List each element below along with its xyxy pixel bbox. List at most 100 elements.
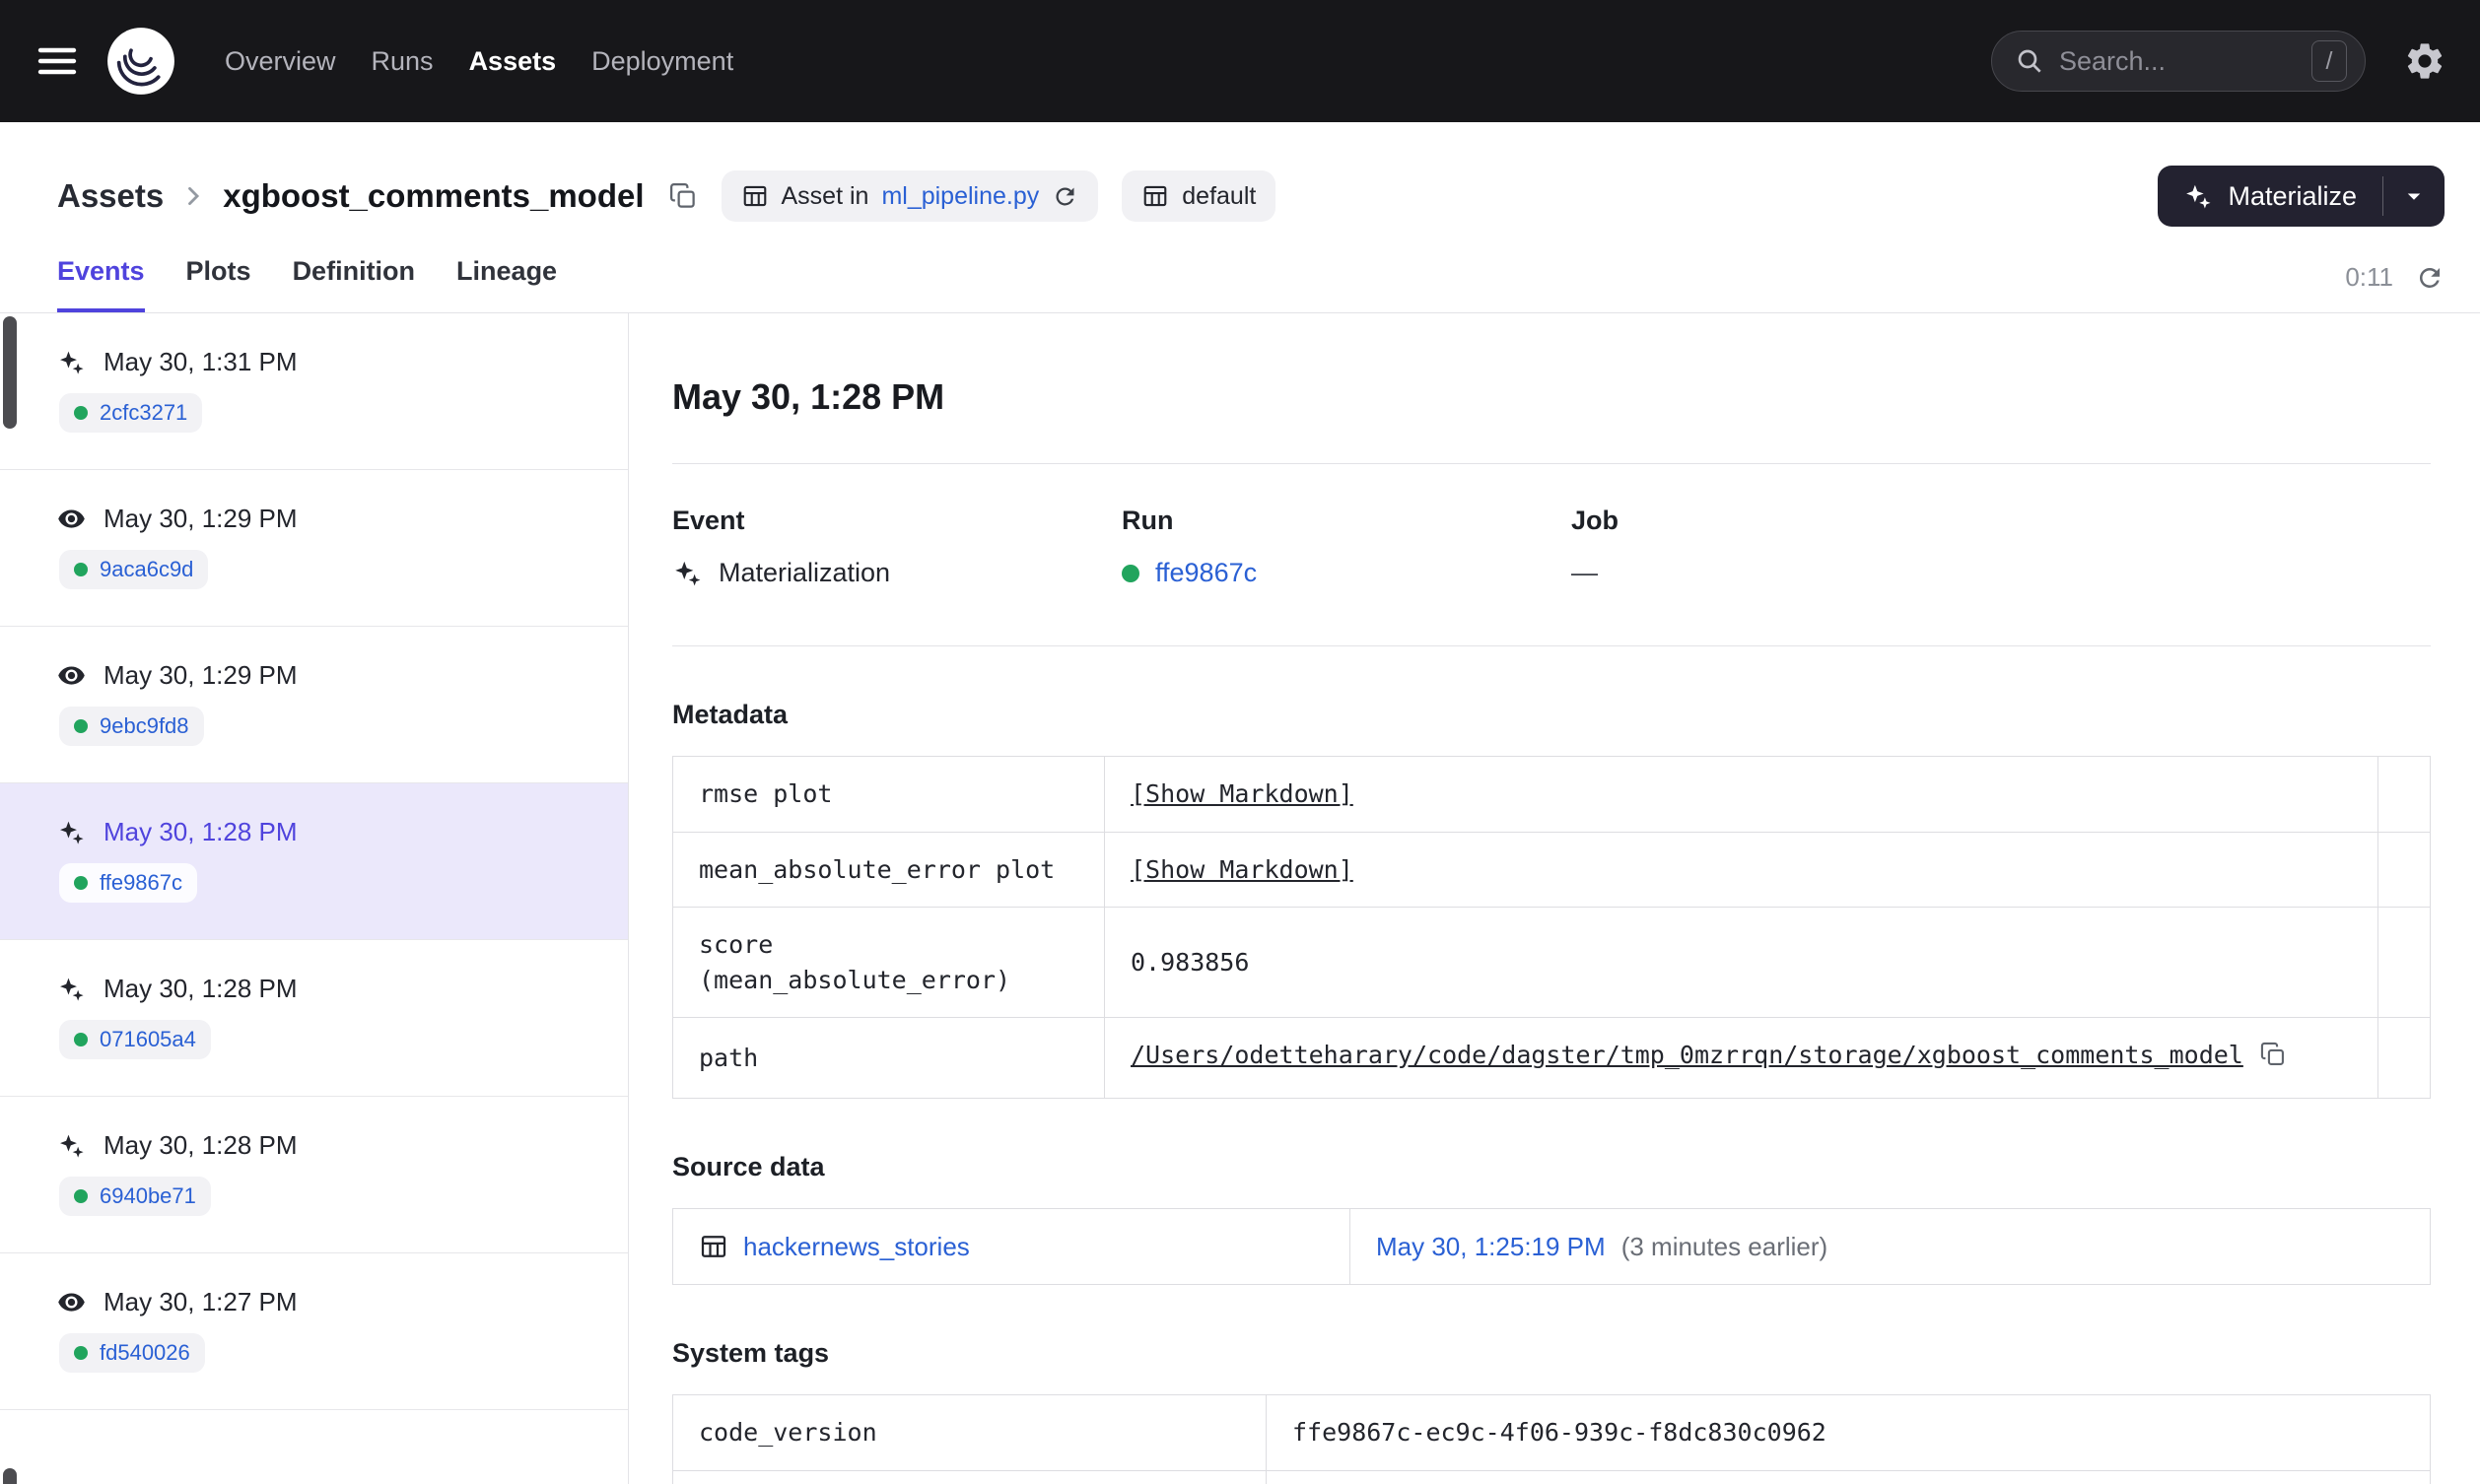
metadata-value-link[interactable]: [Show Markdown] — [1131, 855, 1353, 884]
observation-icon — [57, 1288, 86, 1316]
asset-in-label: Asset in — [781, 181, 869, 210]
event-run-job-row: Event Materialization Run ffe9867c Job — — [672, 506, 2431, 588]
system-tags-table: code_version ffe9867c-ec9c-4f06-939c-f8d… — [672, 1394, 2431, 1484]
metadata-value: [Show Markdown] — [1104, 756, 2378, 833]
run-tag[interactable]: 6940be71 — [59, 1177, 211, 1216]
copy-asset-name-icon[interactable] — [668, 181, 698, 211]
source-timestamp-link[interactable]: May 30, 1:25:19 PM — [1376, 1229, 1606, 1265]
refresh-timer: 0:11 — [2345, 262, 2445, 312]
run-tag[interactable]: fd540026 — [59, 1333, 205, 1373]
refresh-icon[interactable] — [2415, 263, 2445, 293]
materialization-icon — [57, 348, 86, 376]
sidebar-event-item[interactable]: May 30, 1:28 PM ffe9867c — [0, 783, 628, 940]
run-id-link[interactable]: 9ebc9fd8 — [100, 713, 189, 739]
run-tag[interactable]: ffe9867c — [59, 863, 198, 903]
run-tag[interactable]: 071605a4 — [59, 1020, 211, 1059]
tab-events[interactable]: Events — [57, 256, 145, 312]
search-icon — [2014, 45, 2045, 77]
source-asset-link[interactable]: hackernews_stories — [743, 1229, 970, 1265]
source-data-heading: Source data — [672, 1151, 825, 1181]
materialize-dropdown-button[interactable] — [2383, 166, 2445, 227]
settings-gear-icon[interactable] — [2403, 39, 2446, 83]
job-label: Job — [1571, 506, 1619, 535]
nav-runs[interactable]: Runs — [372, 46, 434, 77]
reload-definition-icon[interactable] — [1052, 183, 1078, 210]
caret-down-icon — [2407, 193, 2421, 200]
source-relative-time: (3 minutes earlier) — [1620, 1231, 1828, 1261]
breadcrumb-assets-link[interactable]: Assets — [57, 177, 164, 215]
job-column: Job — — [1571, 506, 2431, 588]
metadata-heading: Metadata — [672, 700, 789, 729]
metadata-value-link[interactable]: [Show Markdown] — [1131, 779, 1353, 808]
event-detail-title: May 30, 1:28 PM — [672, 376, 945, 417]
nav-assets[interactable]: Assets — [469, 46, 557, 77]
observation-icon — [57, 505, 86, 533]
primary-nav: Overview Runs Assets Deployment — [225, 46, 733, 77]
dagster-logo-icon[interactable] — [104, 25, 177, 98]
event-detail-panel: May 30, 1:28 PM Event Materialization Ru… — [629, 313, 2480, 1484]
run-label: Run — [1122, 506, 1174, 535]
content-area: May 30, 1:31 PM 2cfc3271 May 30, 1:29 PM… — [0, 313, 2480, 1484]
run-status-dot — [74, 1346, 88, 1360]
metadata-extra-cell — [2377, 907, 2431, 1018]
metadata-key: rmse plot — [672, 756, 1105, 833]
page-title: xgboost_comments_model — [223, 177, 645, 214]
event-timestamp: May 30, 1:27 PM — [103, 1287, 298, 1316]
system-tag-row — [672, 1469, 2431, 1484]
sidebar-event-item[interactable]: May 30, 1:31 PM 2cfc3271 — [0, 313, 628, 470]
metadata-row: path /Users/odetteharary/code/dagster/tm… — [672, 1017, 2431, 1099]
tab-lineage[interactable]: Lineage — [456, 256, 557, 312]
tab-definition[interactable]: Definition — [293, 256, 415, 312]
run-status-dot — [74, 406, 88, 420]
metadata-value: 0.983856 — [1104, 907, 2378, 1018]
metadata-extra-cell — [2377, 831, 2431, 908]
asset-definition-badge: Asset in ml_pipeline.py — [721, 170, 1099, 222]
system-tag-row: code_version ffe9867c-ec9c-4f06-939c-f8d… — [672, 1394, 2431, 1471]
nav-deployment[interactable]: Deployment — [591, 46, 733, 77]
run-status-dot — [74, 1033, 88, 1046]
menu-icon[interactable] — [34, 37, 81, 85]
event-type-value: Materialization — [719, 558, 891, 587]
run-status-dot — [74, 1189, 88, 1203]
search-input[interactable] — [2059, 45, 2298, 77]
sidebar-event-item[interactable]: May 30, 1:27 PM fd540026 — [0, 1253, 628, 1410]
run-id-link[interactable]: 9aca6c9d — [100, 557, 193, 582]
sidebar-event-item[interactable]: May 30, 1:28 PM 6940be71 — [0, 1097, 628, 1253]
event-list: May 30, 1:31 PM 2cfc3271 May 30, 1:29 PM… — [0, 313, 628, 1410]
tab-plots[interactable]: Plots — [186, 256, 251, 312]
breadcrumb: Assets xgboost_comments_model — [57, 177, 645, 215]
sidebar-event-item[interactable]: May 30, 1:29 PM 9ebc9fd8 — [0, 627, 628, 783]
divider — [672, 645, 2431, 646]
sidebar-scrollbar-thumb[interactable] — [3, 316, 17, 429]
run-tag[interactable]: 2cfc3271 — [59, 393, 203, 433]
run-id-link[interactable]: fd540026 — [100, 1340, 190, 1366]
event-timestamp: May 30, 1:31 PM — [103, 347, 298, 376]
group-table-icon — [1141, 182, 1169, 210]
copy-path-icon[interactable] — [2259, 1041, 2287, 1078]
run-id-link[interactable]: 071605a4 — [100, 1027, 196, 1052]
metadata-value-link[interactable]: /Users/odetteharary/code/dagster/tmp_0mz… — [1131, 1041, 2243, 1069]
run-tag[interactable]: 9ebc9fd8 — [59, 707, 204, 746]
pipeline-file-link[interactable]: ml_pipeline.py — [881, 182, 1039, 211]
sidebar-event-item[interactable]: May 30, 1:28 PM 071605a4 — [0, 940, 628, 1097]
chevron-right-icon — [179, 182, 207, 210]
run-id-link[interactable]: 2cfc3271 — [100, 400, 187, 426]
search-box[interactable]: / — [1991, 31, 2366, 92]
run-id-link[interactable]: ffe9867c — [1155, 558, 1257, 588]
sidebar-scrollbar-end[interactable] — [3, 1468, 17, 1484]
materialize-button[interactable]: Materialize — [2158, 166, 2382, 227]
run-tag[interactable]: 9aca6c9d — [59, 550, 209, 589]
event-sidebar: May 30, 1:31 PM 2cfc3271 May 30, 1:29 PM… — [0, 313, 629, 1484]
asset-group-badge[interactable]: default — [1122, 170, 1276, 222]
metadata-value: /Users/odetteharary/code/dagster/tmp_0mz… — [1104, 1017, 2378, 1099]
run-id-link[interactable]: ffe9867c — [100, 870, 182, 896]
refresh-countdown: 0:11 — [2345, 262, 2393, 292]
run-id-link[interactable]: 6940be71 — [100, 1183, 196, 1209]
event-timestamp: May 30, 1:28 PM — [103, 1130, 298, 1160]
metadata-row: rmse plot [Show Markdown] — [672, 756, 2431, 833]
search-shortcut-key: / — [2311, 40, 2347, 82]
sidebar-event-item[interactable]: May 30, 1:29 PM 9aca6c9d — [0, 470, 628, 627]
nav-overview[interactable]: Overview — [225, 46, 336, 77]
materialization-icon — [672, 558, 703, 588]
metadata-key: score (mean_absolute_error) — [672, 907, 1105, 1018]
